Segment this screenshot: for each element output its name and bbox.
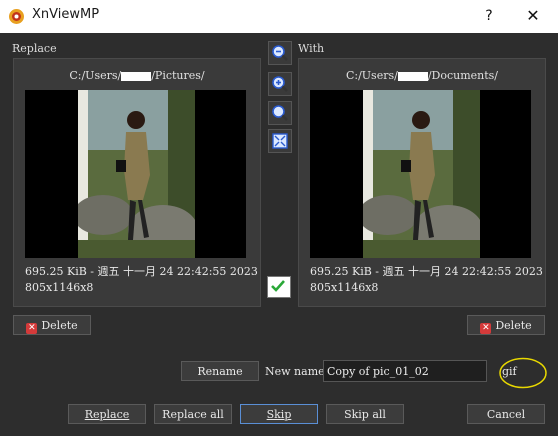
path-prefix: C:/Users/ — [345, 69, 398, 82]
checkmark-icon — [271, 280, 285, 292]
redacted-username — [397, 71, 428, 81]
xnview-app-icon — [9, 9, 24, 24]
delete-right-button[interactable]: ✕ Delete — [467, 315, 545, 335]
delete-icon: ✕ — [480, 323, 492, 334]
replace-image-preview — [25, 90, 246, 258]
replace-file-dimensions: 805x1146x8 — [25, 281, 94, 294]
zoom-in-button[interactable] — [268, 72, 292, 96]
with-file-path: C:/Users/ /Documents/ — [299, 69, 545, 82]
skip-all-label: Skip all — [344, 408, 386, 421]
cancel-label: Cancel — [486, 408, 526, 421]
skip-label: Skip — [266, 408, 292, 421]
rename-button[interactable]: Rename — [181, 361, 259, 381]
with-image-preview — [310, 90, 531, 258]
zoom-actual-size-button[interactable] — [268, 101, 292, 125]
close-button[interactable]: ✕ — [518, 4, 548, 28]
zoom-in-icon — [272, 76, 288, 92]
replace-file-path: C:/Users/ /Pictures/ — [14, 69, 260, 82]
zoom-actual-icon — [272, 105, 288, 121]
sync-checkbox[interactable] — [267, 276, 291, 298]
highlight-circle-annotation — [499, 357, 547, 389]
with-file-dimensions: 805x1146x8 — [310, 281, 379, 294]
path-suffix: /Pictures/ — [151, 69, 205, 82]
with-file-size-date: 695.25 KiB - 週五 十一月 24 22:42:55 2023 — [310, 265, 543, 278]
replace-section-label: Replace — [12, 42, 57, 55]
redacted-username — [121, 71, 152, 81]
help-button[interactable]: ? — [476, 4, 502, 28]
skip-button[interactable]: Skip — [240, 404, 318, 424]
zoom-out-icon — [272, 45, 288, 61]
path-prefix: C:/Users/ — [69, 69, 122, 82]
window-title: XnViewMP — [32, 7, 100, 22]
new-name-label: New name: — [265, 365, 329, 378]
delete-label: Delete — [495, 319, 532, 332]
replace-label: Replace — [84, 408, 130, 421]
replace-all-label: Replace all — [162, 408, 224, 421]
fit-to-window-button[interactable] — [268, 129, 292, 153]
with-section-label: With — [298, 42, 325, 55]
replace-file-size-date: 695.25 KiB - 週五 十一月 24 22:42:55 2023 — [25, 265, 258, 278]
photo-thumbnail — [78, 90, 195, 258]
fit-window-icon — [272, 133, 288, 149]
new-name-input[interactable] — [323, 360, 487, 382]
delete-left-button[interactable]: ✕ Delete — [13, 315, 91, 335]
title-bar: XnViewMP ? ✕ — [0, 0, 558, 33]
with-file-panel: C:/Users/ /Documents/ 695.25 KiB - 週五 十一月… — [298, 58, 546, 307]
delete-icon: ✕ — [26, 323, 38, 334]
replace-file-panel: C:/Users/ /Pictures/ 695.25 KiB - 週五 十一月 … — [13, 58, 261, 307]
replace-all-button[interactable]: Replace all — [154, 404, 232, 424]
delete-label: Delete — [41, 319, 78, 332]
skip-all-button[interactable]: Skip all — [326, 404, 404, 424]
replace-button[interactable]: Replace — [68, 404, 146, 424]
path-suffix: /Documents/ — [427, 69, 499, 82]
cancel-button[interactable]: Cancel — [467, 404, 545, 424]
zoom-out-button[interactable] — [268, 41, 292, 65]
photo-thumbnail — [363, 90, 480, 258]
